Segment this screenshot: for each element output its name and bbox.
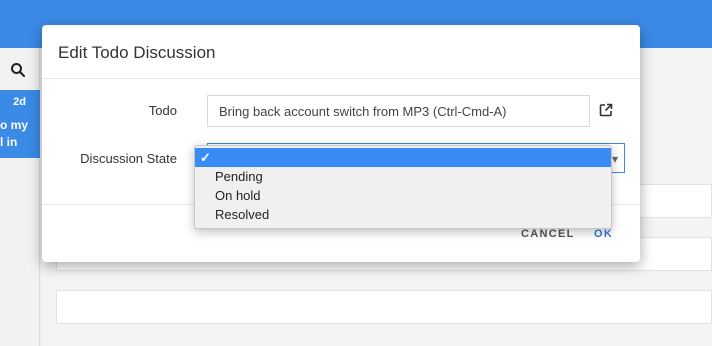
option-label: Resolved <box>215 207 270 222</box>
todo-label: Todo <box>148 103 177 118</box>
external-link-icon[interactable] <box>599 103 613 117</box>
dialog-title: Edit Todo Discussion <box>58 43 216 62</box>
sidebar-message-item[interactable]: 2d o my l in <box>0 90 40 158</box>
discussion-state-label: Discussion State <box>80 151 177 166</box>
state-dropdown-list: ✓ Pending On hold Resolved <box>194 145 612 229</box>
option-pending[interactable]: Pending <box>195 167 611 186</box>
checkmark-icon: ✓ <box>200 150 211 165</box>
search-icon[interactable] <box>10 62 26 78</box>
ok-button[interactable]: OK <box>594 228 613 240</box>
option-on-hold[interactable]: On hold <box>195 186 611 205</box>
divider <box>42 78 640 79</box>
chevron-down-icon: ▾ <box>611 152 618 166</box>
option-label: Pending <box>215 169 263 184</box>
cancel-button[interactable]: CANCEL <box>521 228 575 240</box>
option-label: On hold <box>215 188 261 203</box>
option-resolved[interactable]: Resolved <box>195 205 611 224</box>
option-empty[interactable]: ✓ <box>195 148 611 167</box>
message-preview-line: o my <box>0 118 29 132</box>
todo-field[interactable]: Bring back account switch from MP3 (Ctrl… <box>207 95 590 127</box>
list-item[interactable] <box>56 290 712 324</box>
message-time: 2d <box>13 96 26 108</box>
message-preview-line: l in <box>0 135 18 149</box>
